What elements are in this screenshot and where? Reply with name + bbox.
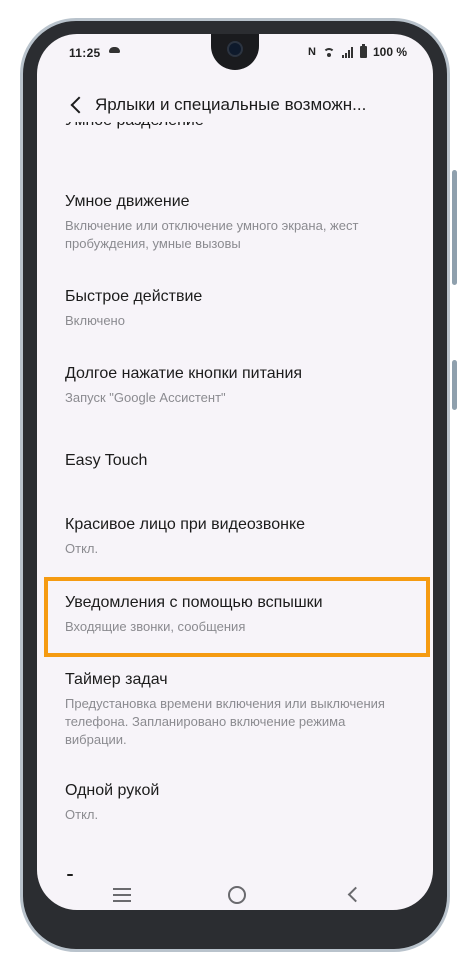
back-arrow-icon[interactable] (65, 90, 95, 120)
volume-button (452, 170, 457, 285)
app-header: Ярлыки и специальные возможн... (37, 84, 433, 126)
nfc-icon: N (308, 46, 316, 58)
list-item-title: Таймер задач (65, 671, 168, 688)
power-button (452, 360, 457, 410)
list-item-title: Быстрое действие (65, 288, 203, 305)
list-item-subtitle: Запуск "Google Ассистент" (65, 390, 226, 405)
cloud-icon (109, 47, 120, 53)
list-item-title: Одной рукой (65, 782, 160, 799)
nav-back-icon[interactable] (347, 888, 359, 900)
list-item-subtitle: Включено (65, 313, 125, 328)
page-title: Ярлыки и специальные возможн... (95, 95, 367, 114)
list-item-smart-motion[interactable]: Умное движение Включение или отключение … (65, 192, 405, 253)
screen: 11:25 N 100 % Ярлыки и специальные возмо… (37, 34, 433, 910)
battery-icon (359, 44, 367, 58)
list-item-subtitle: Предустановка времени включения или выкл… (65, 696, 385, 747)
status-time: 11:25 (69, 46, 101, 60)
signal-icon (341, 46, 354, 58)
list-item-one-hand[interactable]: Одной рукой Откл. (65, 781, 405, 824)
recents-menu-icon[interactable] (113, 888, 131, 902)
list-item-partial-smart-split[interactable]: Умное разделение (65, 122, 204, 131)
battery-percent: 100 % (372, 45, 407, 59)
list-item-title: Долгое нажатие кнопки питания (65, 365, 303, 382)
list-item-title: Умное движение (65, 193, 190, 210)
list-item-task-timer[interactable]: Таймер задач Предустановка времени включ… (65, 670, 405, 749)
list-item-quick-action[interactable]: Быстрое действие Включено (65, 287, 405, 330)
list-item-power-long-press[interactable]: Долгое нажатие кнопки питания Запуск "Go… (65, 364, 405, 407)
list-item-subtitle: Откл. (65, 807, 99, 822)
navigation-bar (37, 880, 433, 910)
list-item-subtitle: Включение или отключение умного экрана, … (65, 218, 359, 251)
camera-icon (227, 41, 243, 57)
list-item-title: Красивое лицо при видеозвонке (65, 516, 306, 533)
highlight-frame (44, 577, 430, 657)
list-item-title: Умное разделение (65, 122, 204, 131)
list-item-beauty-face[interactable]: Красивое лицо при видеозвонке Откл. (65, 515, 405, 558)
wifi-icon (322, 47, 336, 58)
list-item-easy-touch[interactable]: Easy Touch (65, 451, 405, 471)
list-item-subtitle: Откл. (65, 541, 99, 556)
home-circle-icon[interactable] (228, 886, 246, 904)
list-item-partial-next[interactable] (67, 872, 75, 878)
list-item-title: Easy Touch (65, 452, 148, 469)
status-icons: N 100 % (308, 44, 407, 59)
